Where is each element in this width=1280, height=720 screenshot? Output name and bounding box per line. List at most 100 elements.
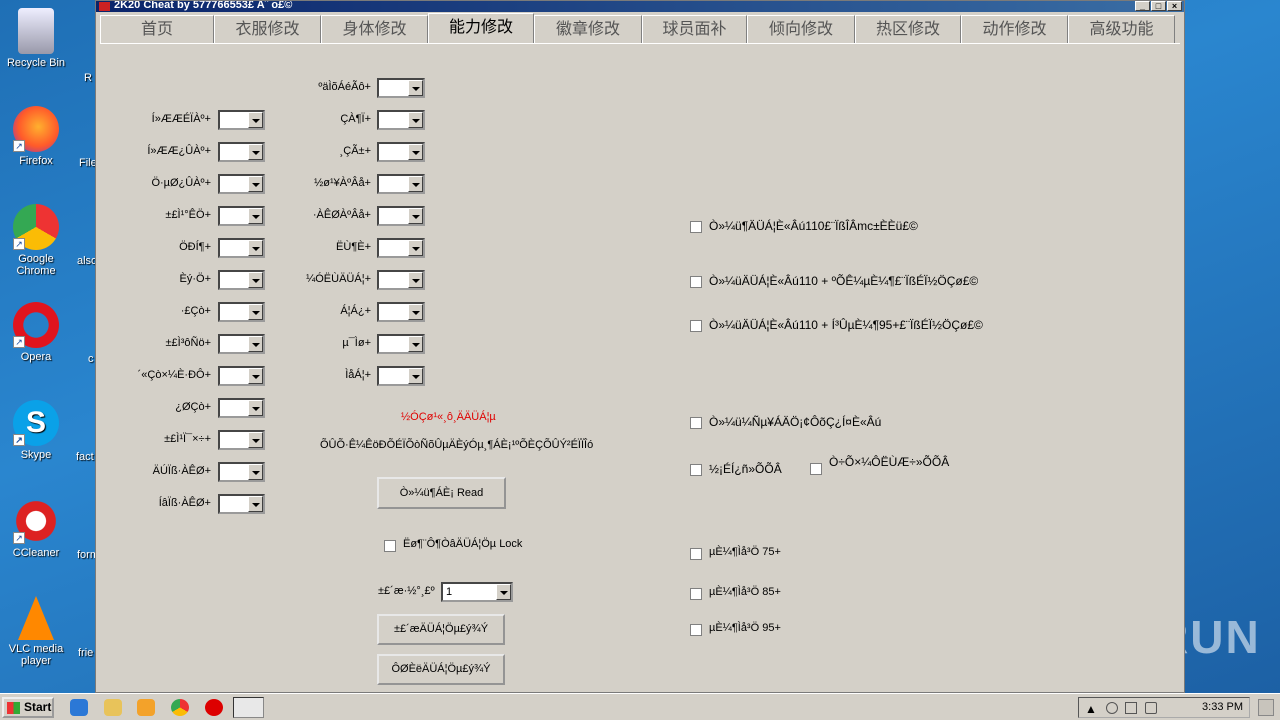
chevron-down-icon bbox=[248, 304, 263, 320]
slot-label: ±£´æ·½°¸£º bbox=[378, 585, 435, 597]
tab-ability[interactable]: 能力修改 bbox=[428, 13, 534, 43]
checkbox-box[interactable] bbox=[690, 548, 702, 560]
attribute-select[interactable] bbox=[218, 430, 265, 450]
opera-shortcut[interactable]: ↗ Opera bbox=[0, 302, 72, 363]
badge-checkbox-1[interactable]: ½¡ÉÍ¿ñ»ÕÕÂ bbox=[690, 462, 782, 476]
explorer-icon[interactable] bbox=[104, 699, 122, 716]
attribute-label: ÌåÁ¦+ bbox=[345, 369, 371, 381]
attribute-select[interactable] bbox=[218, 206, 265, 226]
tab-tendency[interactable]: 倾向修改 bbox=[747, 15, 855, 43]
attribute-select[interactable] bbox=[218, 494, 265, 514]
tab-hotzone[interactable]: 热区修改 bbox=[855, 15, 961, 43]
attribute-select[interactable] bbox=[377, 142, 425, 162]
attribute-label: ¸ÇÃ±+ bbox=[339, 145, 371, 157]
save-ability-button[interactable]: ±£´æÄÜÁ¦Öµ£ý¾Ý bbox=[377, 614, 505, 645]
network-icon[interactable] bbox=[1125, 702, 1137, 714]
attribute-select[interactable] bbox=[218, 334, 265, 354]
checkbox-box[interactable] bbox=[690, 417, 702, 429]
chevron-down-icon bbox=[248, 176, 263, 192]
attribute-select[interactable] bbox=[377, 302, 425, 322]
taskbar: Start ▲ 3:33 PM bbox=[0, 693, 1280, 720]
chevron-down-icon bbox=[248, 208, 263, 224]
checkbox-box[interactable] bbox=[690, 221, 702, 233]
attribute-select[interactable] bbox=[218, 270, 265, 290]
minimize-button[interactable]: _ bbox=[1135, 1, 1150, 11]
tab-animation[interactable]: 动作修改 bbox=[961, 15, 1068, 43]
partial-icon-label[interactable]: R bbox=[84, 72, 92, 84]
maximize-button[interactable]: □ bbox=[1151, 1, 1166, 11]
ccleaner-icon: ↗ bbox=[13, 498, 59, 544]
vlc-shortcut[interactable]: VLC media player bbox=[0, 596, 72, 667]
max-ability-mc-checkbox[interactable]: Ò»¼ü¶ÄÜÁ¦È«Âú110£¨ÏßÎÂmc±ÈÈü£© bbox=[690, 219, 950, 233]
attribute-select[interactable] bbox=[218, 398, 265, 418]
chrome-shortcut[interactable]: ↗ Google Chrome bbox=[0, 204, 72, 277]
attribute-select[interactable] bbox=[218, 366, 265, 386]
attribute-select[interactable] bbox=[377, 78, 425, 98]
close-button[interactable]: × bbox=[1167, 1, 1182, 11]
read-button[interactable]: Ò»¼ü¶ÁÈ¡ Read bbox=[377, 477, 506, 509]
tab-advanced[interactable]: 高级功能 bbox=[1068, 15, 1175, 43]
attribute-select[interactable] bbox=[377, 110, 425, 130]
red-notice: ½ÓÇø¹«¸ô¸ÄÄÜÁ¦µ bbox=[401, 411, 496, 423]
chevron-up-icon[interactable]: ▲ bbox=[1085, 702, 1097, 716]
start-button[interactable]: Start bbox=[2, 697, 54, 718]
checkbox-box[interactable] bbox=[690, 464, 702, 476]
attribute-select[interactable] bbox=[377, 366, 425, 386]
checkbox-box[interactable] bbox=[690, 320, 702, 332]
attribute-select[interactable] bbox=[218, 462, 265, 482]
attribute-select[interactable] bbox=[377, 334, 425, 354]
max-ability-street-checkbox[interactable]: Ò»¼üÄÜÁ¦È«Âú110 + ºÕÊ¼µÈ¼¶£¨ÏßÉÏ½ÖÇø£© bbox=[690, 274, 978, 288]
partial-icon-label[interactable]: frie bbox=[78, 647, 93, 659]
tab-home[interactable]: 首页 bbox=[100, 15, 214, 43]
load-ability-button[interactable]: ÔØÈëÄÜÁ¦Öµ£ý¾Ý bbox=[377, 654, 505, 685]
attribute-label: ËÙ¶È+ bbox=[336, 241, 371, 253]
chevron-down-icon bbox=[248, 144, 263, 160]
partial-icon-label[interactable]: c bbox=[88, 353, 94, 365]
level-95-checkbox[interactable]: µÈ¼¶Ìå³Ö 95+ bbox=[690, 622, 781, 636]
checkbox-box[interactable] bbox=[384, 540, 396, 552]
checkbox-box[interactable] bbox=[810, 463, 822, 475]
attribute-select[interactable] bbox=[218, 238, 265, 258]
recycle-bin-shortcut[interactable]: Recycle Bin bbox=[0, 8, 72, 69]
tab-body[interactable]: 身体修改 bbox=[321, 15, 428, 43]
title-bar: 2K20 Cheat by 577766553£ A¨ o£© _ □ × bbox=[96, 1, 1184, 12]
checkbox-box[interactable] bbox=[690, 276, 702, 288]
show-desktop-button[interactable] bbox=[1258, 699, 1274, 716]
level-75-checkbox[interactable]: µÈ¼¶Ìå³Ö 75+ bbox=[690, 546, 781, 560]
skype-shortcut[interactable]: S ↗ Skype bbox=[0, 400, 72, 461]
flag-icon[interactable] bbox=[1145, 702, 1157, 714]
attribute-select[interactable] bbox=[218, 142, 265, 162]
attribute-select[interactable] bbox=[377, 174, 425, 194]
attribute-select[interactable] bbox=[377, 270, 425, 290]
attribute-select[interactable] bbox=[377, 238, 425, 258]
level-85-checkbox[interactable]: µÈ¼¶Ìå³Ö 85+ bbox=[690, 586, 781, 600]
attribute-label: ºäÌõÁéÃô+ bbox=[318, 81, 371, 93]
media-player-icon[interactable] bbox=[137, 699, 155, 716]
lock-checkbox[interactable]: Ëø¶¨Ô¶ÒâÄÜÁ¦Öµ Lock bbox=[384, 538, 522, 552]
max-ability-95-checkbox[interactable]: Ò»¼üÄÜÁ¦È«Âú110 + Í­³ÛµÈ¼¶95+£¨ÏßÉÏ½ÖÇø£… bbox=[690, 318, 983, 332]
tab-badges[interactable]: 徽章修改 bbox=[534, 15, 642, 43]
attribute-select[interactable] bbox=[218, 174, 265, 194]
cheat-taskbar-button[interactable] bbox=[233, 697, 264, 718]
badge-checkbox-2[interactable]: Ò÷Õ×¼ÔËÙÆ÷»ÕÕÂ bbox=[810, 455, 949, 475]
chrome-taskbar-icon[interactable] bbox=[171, 699, 189, 716]
tab-face[interactable]: 球员面补 bbox=[642, 15, 747, 43]
volume-icon[interactable] bbox=[1106, 702, 1118, 714]
tab-clothing[interactable]: 衣服修改 bbox=[214, 15, 321, 43]
chevron-down-icon bbox=[408, 112, 423, 128]
ccleaner-shortcut[interactable]: ↗ CCleaner bbox=[0, 498, 72, 559]
checkbox-box[interactable] bbox=[690, 624, 702, 636]
ie-icon[interactable] bbox=[70, 699, 88, 716]
attribute-select[interactable] bbox=[377, 206, 425, 226]
checkbox-box[interactable] bbox=[690, 588, 702, 600]
attribute-select[interactable] bbox=[218, 302, 265, 322]
chevron-down-icon bbox=[248, 432, 263, 448]
attribute-label: ±£Ì³ôÑö+ bbox=[165, 337, 211, 349]
partial-icon-label[interactable]: fact bbox=[76, 451, 94, 463]
attribute-label: Ö·µØ¿ÛÀº+ bbox=[151, 177, 211, 189]
firefox-shortcut[interactable]: ↗ Firefox bbox=[0, 106, 72, 167]
max-shooting-checkbox[interactable]: Ò»¼ü¼Ñµ¥ÁÄÖ¡¢ÔõÇ¿Í¤È«Âú bbox=[690, 415, 881, 429]
attribute-select[interactable] bbox=[218, 110, 265, 130]
slot-select[interactable]: 1 bbox=[441, 582, 513, 602]
opera-taskbar-icon[interactable] bbox=[205, 699, 223, 716]
